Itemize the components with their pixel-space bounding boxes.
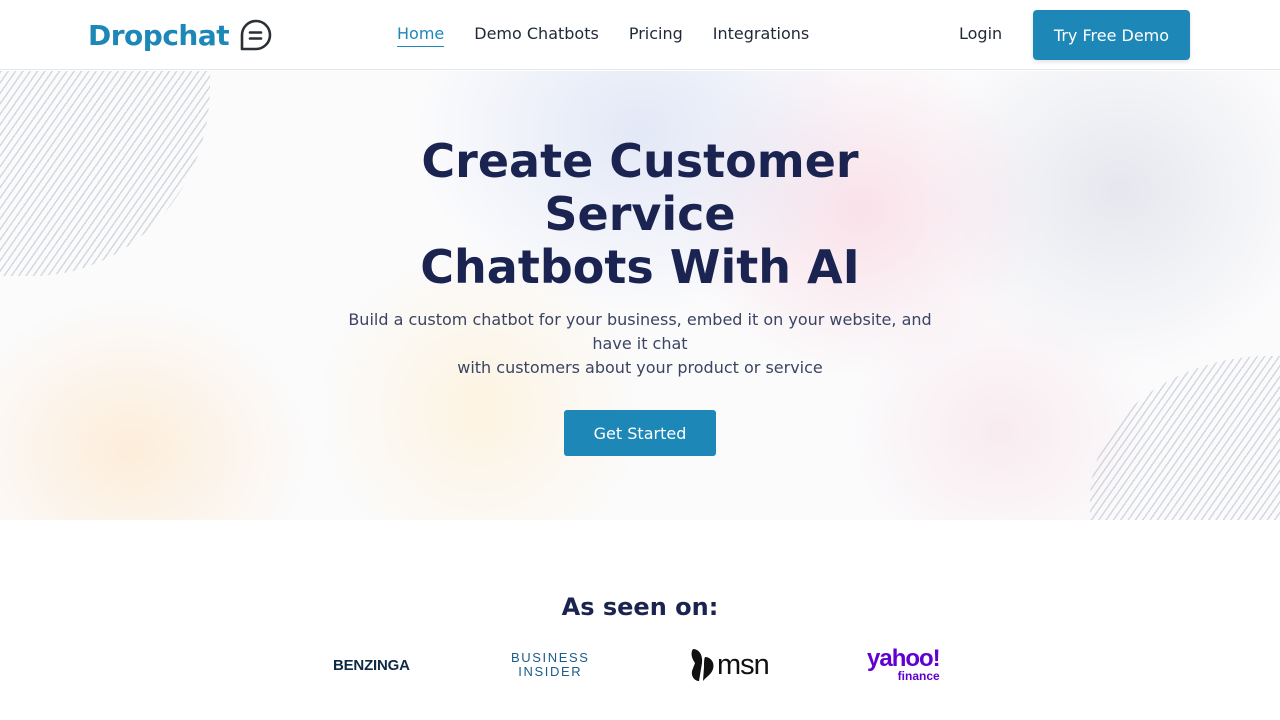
get-started-button[interactable]: Get Started bbox=[564, 410, 716, 456]
msn-text: msn bbox=[717, 648, 770, 681]
yahoo-finance-text: finance bbox=[897, 669, 940, 683]
butterfly-icon bbox=[691, 649, 714, 681]
msn-logo: msn bbox=[689, 645, 770, 685]
hero-title-line: Chatbots With AI bbox=[420, 240, 860, 294]
main-nav: Home Demo Chatbots Pricing Integrations bbox=[397, 24, 809, 47]
hero-section: Create Customer Service Chatbots With AI… bbox=[0, 71, 1280, 520]
hero-title: Create Customer Service Chatbots With AI bbox=[340, 135, 940, 294]
logo[interactable]: Dropchat bbox=[88, 16, 273, 54]
try-free-demo-button[interactable]: Try Free Demo bbox=[1033, 10, 1190, 60]
nav-pricing[interactable]: Pricing bbox=[629, 24, 683, 47]
hero-title-line: Service bbox=[544, 187, 736, 241]
benzinga-logo: BENZINGA bbox=[333, 656, 410, 674]
business-insider-logo: BUSINESS INSIDER bbox=[511, 645, 590, 685]
business-insider-line: INSIDER bbox=[518, 664, 583, 679]
hero-subtitle-line: Build a custom chatbot for your business… bbox=[348, 310, 932, 329]
decorative-stripes-left bbox=[0, 71, 210, 276]
login-link[interactable]: Login bbox=[959, 24, 1002, 43]
site-header: Dropchat Home Demo Chatbots Pricing Inte… bbox=[0, 0, 1280, 70]
hero-subtitle: Build a custom chatbot for your business… bbox=[340, 308, 940, 380]
hero-title-line: Create Customer bbox=[421, 134, 859, 188]
hero-subtitle-line: have it chat bbox=[592, 334, 688, 353]
hero-subtitle-line: with customers about your product or ser… bbox=[457, 358, 823, 377]
nav-home[interactable]: Home bbox=[397, 24, 445, 47]
logo-text: Dropchat bbox=[88, 18, 230, 52]
nav-demo-chatbots[interactable]: Demo Chatbots bbox=[474, 24, 599, 47]
business-insider-line: BUSINESS bbox=[511, 650, 590, 665]
press-logos: BENZINGA BUSINESS INSIDER msn yahoo! fin… bbox=[0, 645, 1280, 685]
press-title: As seen on: bbox=[561, 593, 719, 621]
chat-bubble-icon bbox=[240, 19, 272, 51]
yahoo-text: yahoo! bbox=[867, 645, 941, 672]
yahoo-finance-logo: yahoo! finance bbox=[867, 645, 941, 685]
nav-integrations[interactable]: Integrations bbox=[713, 24, 810, 47]
decorative-stripes-right bbox=[1090, 356, 1280, 520]
